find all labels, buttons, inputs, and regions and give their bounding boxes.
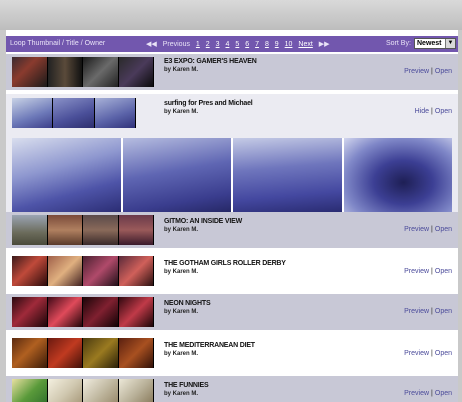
prev-arrow-icon[interactable]: ◀◀ (146, 41, 157, 48)
preview-link[interactable]: Preview (404, 268, 429, 275)
list-item[interactable]: THE FUNNIES by Karen M. Preview | Open (6, 376, 458, 402)
page-link[interactable]: 8 (265, 41, 269, 48)
item-title[interactable]: THE GOTHAM GIRLS ROLLER DERBY (164, 260, 286, 267)
page-link[interactable]: 1 (196, 41, 200, 48)
open-link[interactable]: Open (435, 350, 452, 357)
item-owner: by Karen M. (164, 391, 199, 397)
sort-select[interactable]: Newest ▼ (414, 38, 456, 49)
item-owner: by Karen M. (164, 67, 199, 73)
open-link[interactable]: Open (435, 268, 452, 275)
item-title[interactable]: THE MEDITERRANEAN DIET (164, 342, 255, 349)
preview-frame[interactable] (122, 138, 233, 212)
page-link[interactable]: 5 (235, 41, 239, 48)
open-link[interactable]: Open (435, 108, 452, 115)
sort-label: Sort By: (386, 40, 411, 47)
list-item[interactable]: E3 EXPO: GAMER'S HEAVEN by Karen M. Prev… (6, 54, 458, 90)
item-owner: by Karen M. (164, 351, 199, 357)
breadcrumb: Loop Thumbnail / Title / Owner (10, 40, 106, 47)
preview-link[interactable]: Preview (404, 308, 429, 315)
sort-value: Newest (417, 40, 442, 47)
loop-thumbnail[interactable] (12, 98, 136, 128)
loop-thumbnail[interactable] (12, 256, 154, 286)
open-link[interactable]: Open (435, 226, 452, 233)
expanded-preview (12, 138, 452, 212)
loop-thumbnail[interactable] (12, 57, 154, 87)
page-link[interactable]: 4 (226, 41, 230, 48)
item-owner: by Karen M. (164, 227, 199, 233)
loop-thumbnail[interactable] (12, 215, 154, 245)
loop-thumbnail[interactable] (12, 297, 154, 327)
preview-link[interactable]: Preview (404, 350, 429, 357)
page-link[interactable]: 10 (285, 41, 293, 48)
hide-link[interactable]: Hide (415, 108, 429, 115)
list-toolbar: Loop Thumbnail / Title / Owner ◀◀ Previo… (6, 36, 458, 52)
item-title[interactable]: THE FUNNIES (164, 382, 209, 389)
page-link[interactable]: 9 (275, 41, 279, 48)
open-link[interactable]: Open (435, 308, 452, 315)
list-item[interactable]: THE GOTHAM GIRLS ROLLER DERBY by Karen M… (6, 252, 458, 290)
next-link[interactable]: Next (298, 41, 312, 48)
preview-link[interactable]: Preview (404, 68, 429, 75)
loop-browser: Loop Thumbnail / Title / Owner ◀◀ Previo… (6, 30, 458, 402)
list-item[interactable]: NEON NIGHTS by Karen M. Preview | Open (6, 294, 458, 330)
preview-link[interactable]: Preview (404, 226, 429, 233)
item-owner: by Karen M. (164, 269, 199, 275)
item-owner: by Karen M. (164, 309, 199, 315)
page-link[interactable]: 6 (245, 41, 249, 48)
page-link[interactable]: 2 (206, 41, 210, 48)
list-item[interactable]: GITMO: AN INSIDE VIEW by Karen M. Previe… (6, 212, 458, 248)
prev-link[interactable]: Previous (163, 41, 190, 48)
chevron-down-icon[interactable]: ▼ (445, 39, 455, 48)
item-title[interactable]: E3 EXPO: GAMER'S HEAVEN (164, 58, 257, 65)
loop-thumbnail[interactable] (12, 379, 154, 402)
preview-frame[interactable] (343, 138, 452, 212)
open-link[interactable]: Open (435, 390, 452, 397)
top-band (0, 0, 462, 30)
preview-link[interactable]: Preview (404, 390, 429, 397)
page-link[interactable]: 3 (216, 41, 220, 48)
open-link[interactable]: Open (435, 68, 452, 75)
page-link[interactable]: 7 (255, 41, 259, 48)
next-arrow-icon[interactable]: ▶▶ (319, 41, 330, 48)
item-title[interactable]: NEON NIGHTS (164, 300, 211, 307)
list-item[interactable]: THE MEDITERRANEAN DIET by Karen M. Previ… (6, 334, 458, 372)
preview-frame[interactable] (233, 138, 344, 212)
loop-thumbnail[interactable] (12, 338, 154, 368)
item-owner: by Karen M. (164, 109, 199, 115)
preview-frame[interactable] (12, 138, 123, 212)
item-title[interactable]: GITMO: AN INSIDE VIEW (164, 218, 242, 225)
pagination: ◀◀ Previous 1 2 3 4 5 6 7 8 9 10 Next ▶▶ (146, 40, 334, 48)
item-title[interactable]: surfing for Pres and Michael (164, 100, 253, 107)
